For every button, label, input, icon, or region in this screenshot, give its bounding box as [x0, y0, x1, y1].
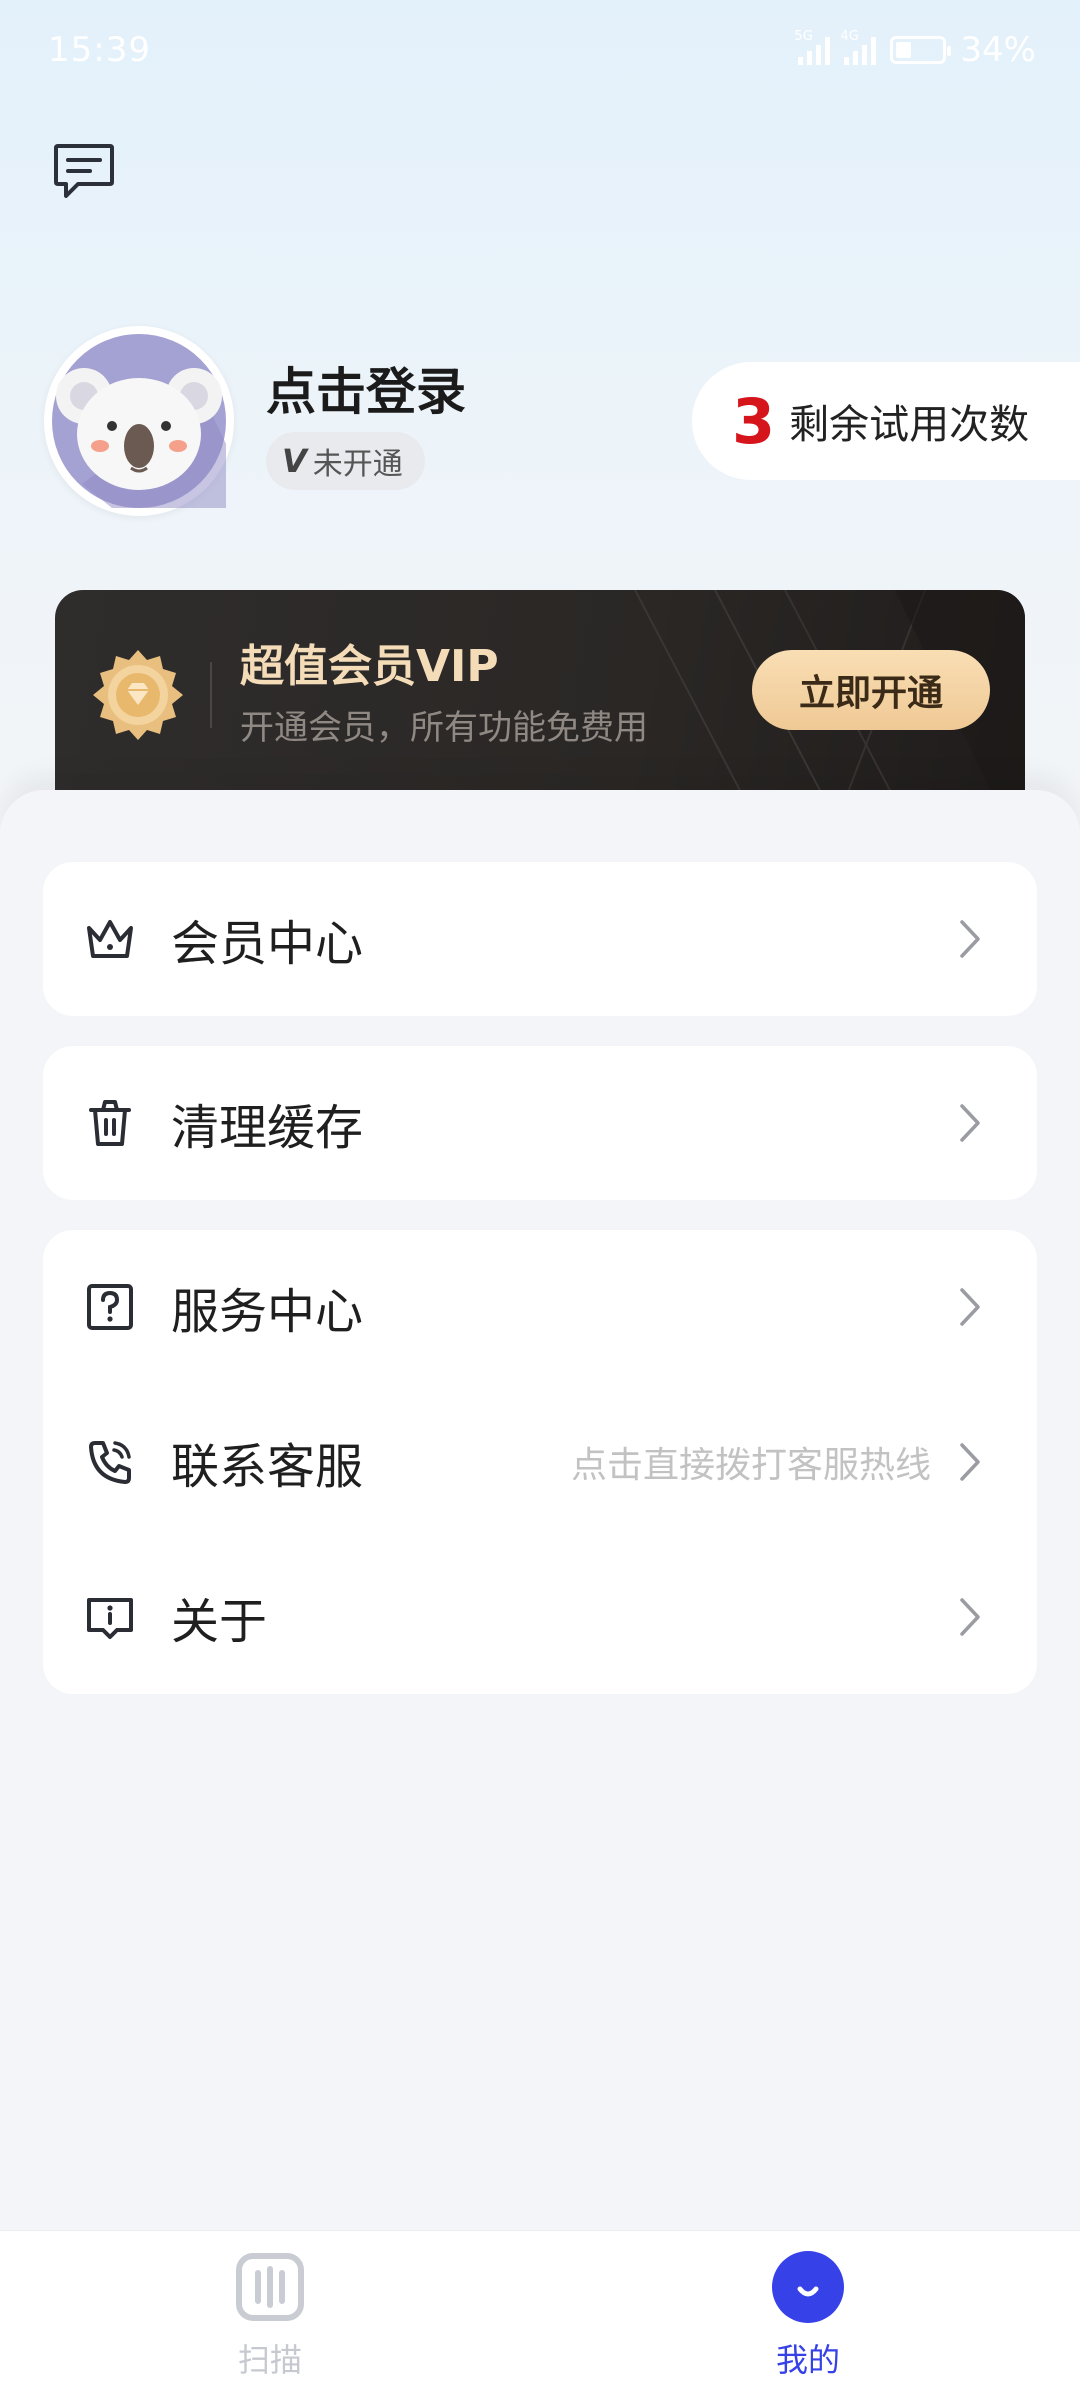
activate-vip-button[interactable]: 立即开通: [752, 650, 990, 730]
trial-count: 3: [732, 384, 776, 458]
tab-mine[interactable]: 我的: [708, 2251, 908, 2391]
menu-item-clear-cache[interactable]: 清理缓存: [43, 1046, 1037, 1200]
battery-percent: 34%: [960, 30, 1036, 70]
vip-status-badge: V 未开通: [266, 432, 425, 490]
info-icon: [87, 1598, 133, 1639]
vip-status-text: 未开通: [312, 447, 403, 482]
status-bar: 15:39 5G 4G 34%: [0, 0, 1080, 104]
trial-label: 剩余试用次数: [789, 402, 1030, 448]
phone-icon: [89, 1441, 131, 1484]
crown-icon: [87, 920, 133, 958]
menu-label: 清理缓存: [171, 1100, 364, 1156]
menu-label: 会员中心: [171, 916, 364, 972]
question-icon: [87, 1284, 133, 1330]
vip-title: 超值会员VIP: [240, 641, 499, 692]
signal-type-label: 4G: [840, 29, 859, 44]
menu-label: 联系客服: [171, 1439, 364, 1495]
chevron-right-icon: [960, 920, 980, 958]
tab-scan[interactable]: 扫描: [170, 2251, 370, 2391]
cell-signal-icon: 4G: [840, 29, 877, 65]
trash-icon: [89, 1100, 131, 1146]
chevron-right-icon: [960, 1598, 980, 1636]
gold-medal-icon: [93, 650, 183, 740]
battery-level: [896, 42, 912, 58]
menu-card-support: 服务中心 联系客服 点击直接拨打客服热线 关于: [43, 1230, 1037, 1694]
menu-card-cache: 清理缓存: [43, 1046, 1037, 1200]
chevron-right-icon: [960, 1288, 980, 1326]
vip-banner[interactable]: 超值会员VIP 开通会员，所有功能免费用 立即开通: [55, 590, 1025, 800]
chevron-right-icon: [960, 1443, 980, 1481]
bottom-tab-bar: 扫描 我的: [0, 2230, 1080, 2400]
scan-icon: [236, 2253, 304, 2321]
menu-hint: 点击直接拨打客服热线: [570, 1445, 931, 1486]
chevron-right-icon: [960, 1104, 980, 1142]
signal-type-label: 5G: [794, 29, 813, 44]
tab-label: 扫描: [237, 2341, 302, 2379]
menu-item-contact-support[interactable]: 联系客服 点击直接拨打客服热线: [43, 1385, 1037, 1539]
menu-label: 服务中心: [171, 1284, 364, 1340]
avatar[interactable]: [44, 326, 234, 516]
message-square-icon[interactable]: [52, 142, 116, 202]
vip-v-mark: V: [282, 442, 307, 480]
smile-icon: [772, 2251, 844, 2323]
menu-item-member-center[interactable]: 会员中心: [43, 862, 1037, 1016]
tab-label: 我的: [775, 2341, 840, 2379]
menu-card-member: 会员中心: [43, 862, 1037, 1016]
banner-divider: [210, 662, 212, 728]
battery-icon: [890, 36, 952, 64]
vip-subtitle: 开通会员，所有功能免费用: [240, 708, 648, 748]
menu-item-about[interactable]: 关于: [43, 1540, 1037, 1694]
login-prompt[interactable]: 点击登录: [266, 352, 466, 424]
status-time: 15:39: [48, 30, 151, 70]
koala-avatar-icon: [52, 334, 226, 508]
status-indicators: 5G 4G 34%: [794, 29, 1036, 70]
menu-label: 关于: [171, 1594, 268, 1650]
cell-signal-icon: 5G: [794, 29, 831, 65]
menu-item-service-center[interactable]: 服务中心: [43, 1230, 1037, 1384]
trial-count-pill: 3 剩余试用次数: [692, 362, 1080, 480]
